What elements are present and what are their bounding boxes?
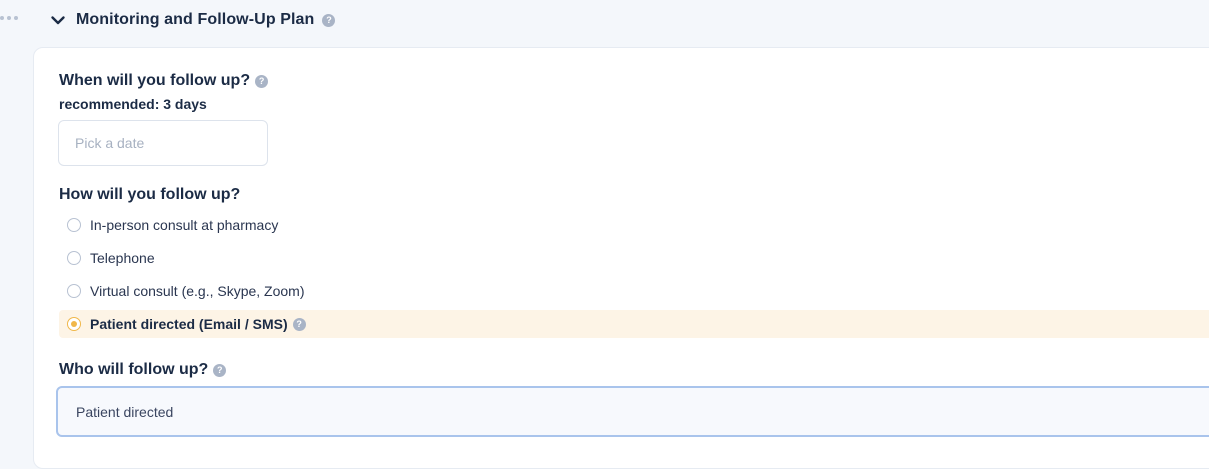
follow-up-method-label: How will you follow up?	[59, 186, 240, 204]
recommended-hint: recommended: 3 days	[59, 96, 207, 112]
drag-handle-dot	[0, 16, 4, 20]
who-follow-up-input[interactable]	[56, 386, 1209, 437]
radio-option-label: Virtual consult (e.g., Skype, Zoom)	[90, 283, 305, 299]
chevron-down-icon[interactable]	[48, 10, 68, 30]
question-circle-icon[interactable]: ?	[255, 74, 269, 88]
section-header[interactable]: Monitoring and Follow-Up Plan ?	[48, 8, 336, 32]
radio-option-label: Telephone	[90, 250, 155, 266]
radio-option-in-person[interactable]: In-person consult at pharmacy	[59, 211, 1209, 239]
follow-up-who-label-text: Who will follow up?	[59, 361, 209, 378]
radio-option-telephone[interactable]: Telephone	[59, 244, 1209, 272]
question-circle-icon[interactable]: ?	[322, 13, 336, 27]
question-circle-icon[interactable]: ?	[213, 363, 227, 377]
radio-button[interactable]	[67, 218, 81, 232]
follow-up-date-label-text: When will you follow up?	[59, 72, 251, 89]
radio-option-label: Patient directed (Email / SMS)	[90, 316, 288, 332]
follow-up-date-label: When will you follow up? ?	[59, 72, 269, 90]
radio-button-checked[interactable]	[67, 317, 81, 331]
radio-option-patient-directed[interactable]: Patient directed (Email / SMS) ?	[59, 310, 1209, 338]
radio-button[interactable]	[67, 251, 81, 265]
radio-option-virtual[interactable]: Virtual consult (e.g., Skype, Zoom)	[59, 277, 1209, 305]
question-circle-icon[interactable]: ?	[292, 317, 306, 331]
drag-handle[interactable]	[0, 16, 18, 20]
date-picker-input[interactable]	[58, 120, 268, 166]
radio-option-label: In-person consult at pharmacy	[90, 217, 279, 233]
drag-handle-dot	[7, 16, 11, 20]
drag-handle-dot	[14, 16, 18, 20]
radio-button[interactable]	[67, 284, 81, 298]
section-title: Monitoring and Follow-Up Plan	[76, 11, 315, 28]
follow-up-method-label-text: How will you follow up?	[59, 186, 241, 203]
follow-up-who-label: Who will follow up? ?	[59, 361, 227, 379]
